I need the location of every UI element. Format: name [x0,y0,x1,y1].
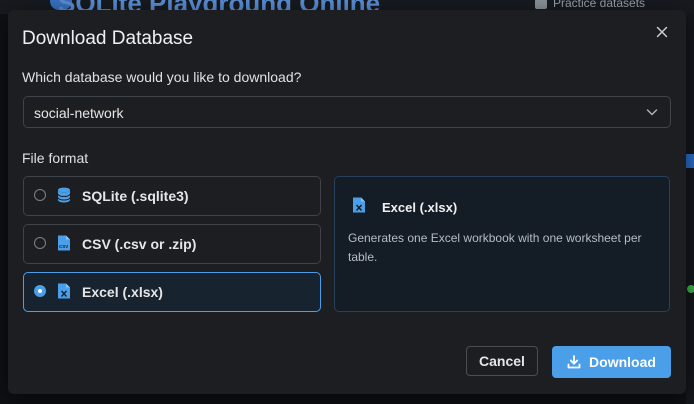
close-button[interactable] [652,22,672,42]
radio-csv[interactable] [34,237,46,249]
format-option-csv[interactable]: CSV CSV (.csv or .zip) [23,224,321,264]
file-format-label: File format [22,150,89,166]
format-option-sqlite[interactable]: SQLite (.sqlite3) [23,176,321,216]
dataset-icon [535,0,547,9]
database-select[interactable]: social-network [23,96,671,128]
svg-text:CSV: CSV [59,244,68,249]
database-icon [57,187,71,203]
excel-file-icon [58,283,70,299]
close-icon [656,26,668,38]
status-dot-icon [687,285,694,293]
background-side-panel [686,14,694,404]
format-label-csv: CSV (.csv or .zip) [82,236,197,252]
background-accent-strip [686,154,694,168]
chevron-down-icon [646,109,658,116]
download-button-label: Download [589,354,656,370]
cancel-button[interactable]: Cancel [466,346,538,376]
dialog-title: Download Database [22,28,194,49]
download-database-dialog: Download Database Which database would y… [8,10,686,394]
format-option-excel[interactable]: Excel (.xlsx) [23,272,321,312]
database-select-value: social-network [34,105,124,121]
format-label-excel: Excel (.xlsx) [82,284,163,300]
radio-excel[interactable] [34,285,46,297]
format-info-title: Excel (.xlsx) [382,200,458,215]
practice-datasets-link: Practice datasets [535,0,645,10]
database-question: Which database would you like to downloa… [22,69,302,85]
download-icon [567,355,581,369]
format-label-sqlite: SQLite (.sqlite3) [82,188,189,204]
format-info-panel: Excel (.xlsx) Generates one Excel workbo… [334,176,670,312]
csv-file-icon: CSV [58,235,70,251]
radio-sqlite[interactable] [34,189,46,201]
excel-file-icon [353,197,365,213]
format-info-description: Generates one Excel workbook with one wo… [348,231,642,264]
download-button[interactable]: Download [552,346,671,378]
